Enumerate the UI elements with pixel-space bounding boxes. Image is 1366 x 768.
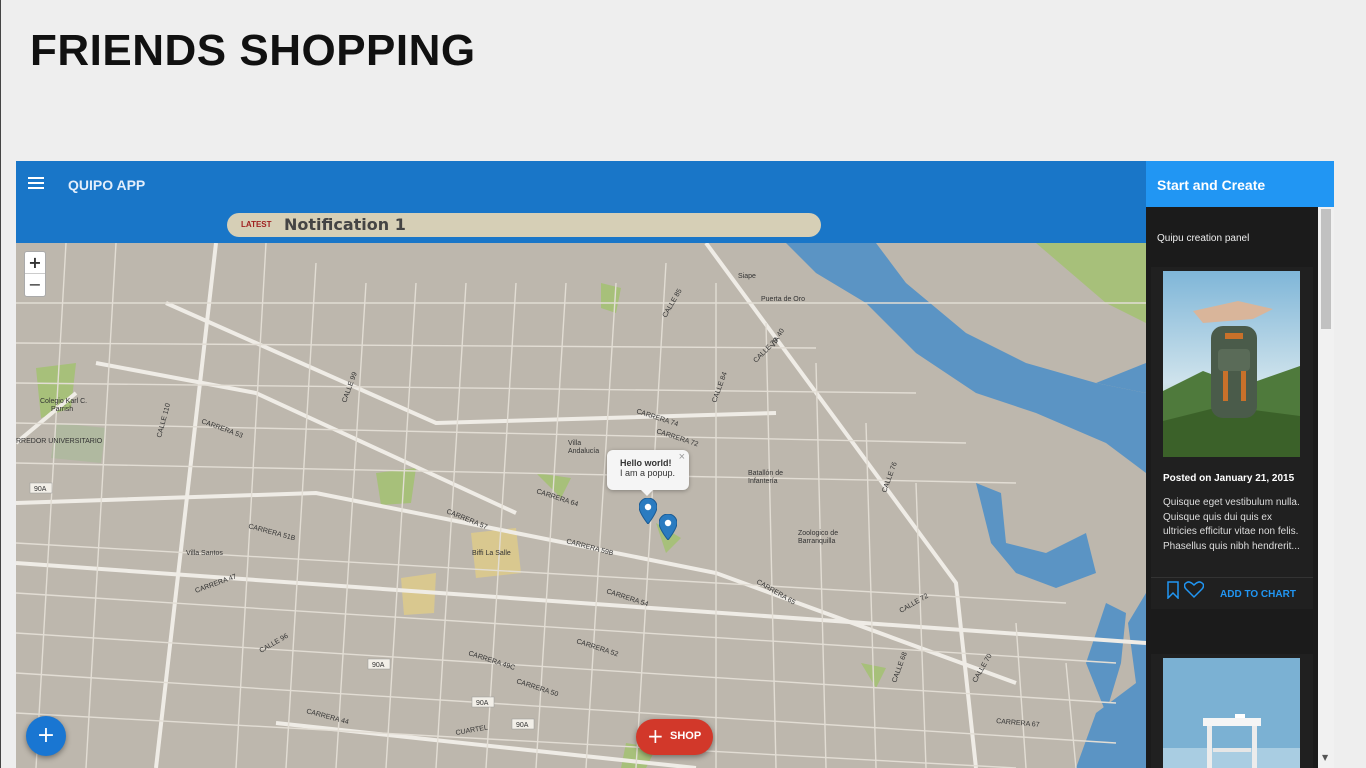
svg-text:Infantería: Infantería [748,478,778,485]
zoom-control: + − [24,251,46,297]
svg-text:Colegio Karl C.: Colegio Karl C. [40,398,87,405]
zoom-out-button[interactable]: − [25,274,45,296]
product-card: Posted on January 21, 2015 Quisque eget … [1151,267,1313,609]
heart-icon[interactable] [1184,581,1204,599]
sidebar-panel: Start and Create Quipu creation panel Po… [1146,161,1334,768]
zoom-in-button[interactable]: + [25,252,45,274]
add-fab-button[interactable]: + [26,716,66,756]
svg-text:Batallón de: Batallón de [748,470,783,477]
svg-text:Barranquilla: Barranquilla [798,538,835,545]
card-actions: ADD TO CHART [1151,579,1313,607]
sidebar-subtitle: Quipu creation panel [1157,233,1250,244]
svg-text:90A: 90A [372,662,385,669]
scrollbar-thumb[interactable] [1321,209,1331,329]
popup-close-icon[interactable]: × [679,451,685,463]
quipo-app: QUIPO APP LATEST Notification 1 Siape Pu… [16,161,1334,768]
card-divider [1151,577,1313,578]
shop-fab-button[interactable]: + SHOP [636,719,713,755]
scroll-down-icon[interactable]: ▼ [1322,753,1328,762]
sidebar-scrollbar[interactable]: ▼ [1318,207,1334,768]
page-title: FRIENDS SHOPPING [30,26,476,75]
card-description: Quisque eget vestibulum nulla. Quisque q… [1163,497,1300,552]
svg-text:90A: 90A [476,700,489,707]
plus-icon: + [647,724,664,748]
add-to-chart-button[interactable]: ADD TO CHART [1220,589,1296,600]
shop-label: SHOP [670,730,702,742]
app-title: QUIPO APP [68,177,146,193]
app-bar: QUIPO APP LATEST Notification 1 [16,161,1146,243]
map-tiles: Siape Puerta de Oro VIA 40 Colegio Karl … [16,243,1146,768]
svg-text:Puerta de Oro: Puerta de Oro [761,296,805,303]
map-marker-icon[interactable] [639,498,657,524]
menu-icon[interactable] [28,177,44,191]
notification-bar[interactable]: LATEST Notification 1 [227,213,821,237]
bookmark-icon[interactable] [1167,581,1179,599]
notification-text: Notification 1 [284,215,406,234]
svg-text:90A: 90A [34,486,47,493]
svg-text:RREDOR UNIVERSITARIO: RREDOR UNIVERSITARIO [16,438,103,445]
map-view[interactable]: Siape Puerta de Oro VIA 40 Colegio Karl … [16,243,1146,768]
svg-text:Andalucía: Andalucía [568,448,599,455]
svg-text:Villa Santos: Villa Santos [186,550,223,557]
svg-text:Parrish: Parrish [51,406,73,413]
sidebar-header: Start and Create [1146,161,1334,207]
svg-text:90A: 90A [516,722,529,729]
svg-text:Biffi La Salle: Biffi La Salle [472,550,511,557]
sidebar-body: Quipu creation panel Posted on January 2… [1146,207,1318,768]
popup-body: I am a popup. [620,468,676,478]
svg-text:Zoologico de: Zoologico de [798,530,838,537]
map-marker-icon[interactable] [659,514,677,540]
svg-text:Siape: Siape [738,273,756,280]
product-card [1151,654,1313,768]
backpack-image[interactable] [1163,271,1300,457]
stool-image[interactable] [1163,658,1300,768]
sidebar-title: Start and Create [1157,177,1266,193]
notification-badge: LATEST [241,220,272,229]
svg-text:Villa: Villa [568,440,581,447]
card-date: Posted on January 21, 2015 [1163,473,1295,484]
map-popup: × Hello world! I am a popup. [607,450,689,496]
